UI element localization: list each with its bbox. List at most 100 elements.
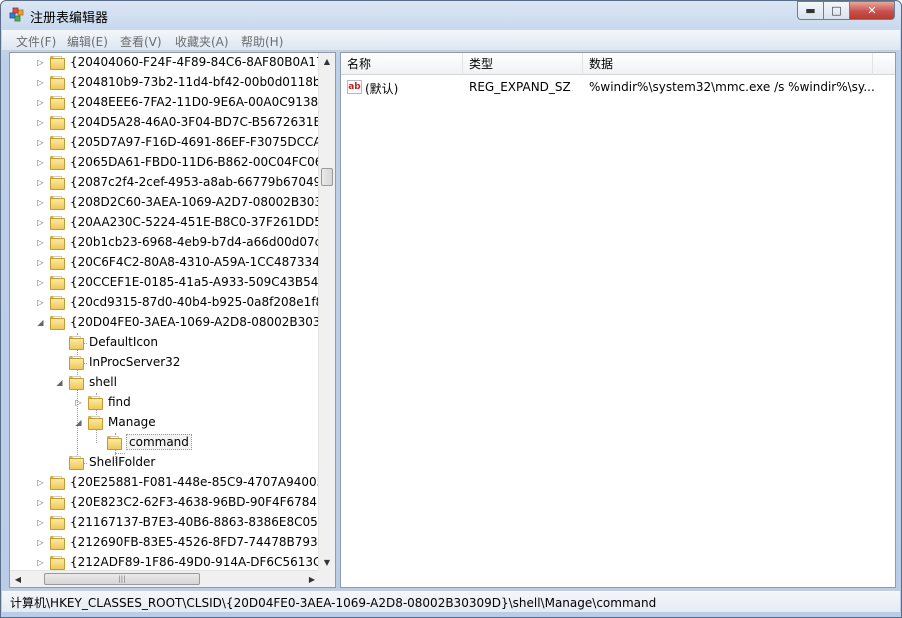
collapsed-triangle-icon[interactable]: ▷ xyxy=(36,518,45,527)
key-tree-pane[interactable]: ▷ {20404060-F24F-4F89-84C6-8AF80B0A17 ▷ {20… xyxy=(9,52,336,588)
tree-vertical-scrollbar[interactable]: ▲ ▼ xyxy=(318,53,335,571)
folder-icon xyxy=(50,276,65,290)
tree-item-shellfolder[interactable]: ShellFolder xyxy=(10,453,320,473)
scroll-down-arrow-icon[interactable]: ▼ xyxy=(319,554,335,571)
value-name: (默认) xyxy=(365,82,399,96)
tree-item[interactable]: ▷ {20AA230C-5224-451E-B8C0-37F261DD5 xyxy=(10,213,320,233)
tree-item[interactable]: ▷ {20404060-F24F-4F89-84C6-8AF80B0A17 xyxy=(10,53,320,73)
tree-item-label: command xyxy=(126,434,192,450)
menu-help[interactable]: 帮助(H) xyxy=(241,33,283,50)
tree-item[interactable]: ▷ {20b1cb23-6968-4eb9-b7d4-a66d00d07c xyxy=(10,233,320,253)
tree-horizontal-scrollbar[interactable]: ◀ ||| ▶ xyxy=(10,570,320,587)
tree-item[interactable]: ▷ {21167137-B7E3-40B6-8863-8386E8C057 xyxy=(10,513,320,533)
values-list-pane[interactable]: 名称 类型 数据 ab (默认) REG_EXPAND_SZ %windir%\… xyxy=(340,52,896,588)
collapsed-triangle-icon[interactable]: ▷ xyxy=(36,238,45,247)
scroll-up-arrow-icon[interactable]: ▲ xyxy=(319,53,335,70)
tree-item-label: {20404060-F24F-4F89-84C6-8AF80B0A17 xyxy=(70,55,320,69)
value-data: %windir%\system32\mmc.exe /s %windir%\sy… xyxy=(589,80,875,94)
tree-item-manage[interactable]: ◢ Manage xyxy=(10,413,320,433)
close-button[interactable]: ✕ xyxy=(849,1,895,20)
folder-icon xyxy=(50,556,65,570)
tree-item[interactable]: ▷ {2048EEE6-7FA2-11D0-9E6A-00A0C91380 xyxy=(10,93,320,113)
expanded-triangle-icon[interactable]: ◢ xyxy=(55,378,64,387)
menu-edit[interactable]: 编辑(E) xyxy=(67,33,108,50)
collapsed-triangle-icon[interactable]: ▷ xyxy=(36,78,45,87)
folder-icon xyxy=(69,376,84,390)
collapsed-triangle-icon[interactable]: ▷ xyxy=(36,298,45,307)
folder-icon xyxy=(50,236,65,250)
tree-item-label: {20b1cb23-6968-4eb9-b7d4-a66d00d07c xyxy=(70,235,320,249)
tree-item-command[interactable]: command xyxy=(10,433,320,453)
expanded-triangle-icon[interactable]: ◢ xyxy=(36,318,45,327)
tree-item[interactable]: ▷ {204810b9-73b2-11d4-bf42-00b0d0118b xyxy=(10,73,320,93)
tree-item-label: {212ADF89-1F86-49D0-914A-DF6C5613C xyxy=(70,555,320,569)
collapsed-triangle-icon[interactable]: ▷ xyxy=(36,218,45,227)
tree-item-label: {20D04FE0-3AEA-1069-A2D8-08002B3030 xyxy=(70,315,320,329)
collapsed-triangle-icon[interactable]: ▷ xyxy=(36,118,45,127)
column-header-type[interactable]: 类型 xyxy=(463,53,583,75)
expanded-triangle-icon[interactable]: ◢ xyxy=(74,418,83,427)
folder-icon xyxy=(50,196,65,210)
registry-editor-icon xyxy=(9,7,24,22)
window-title: 注册表编辑器 xyxy=(30,11,109,26)
tree-item[interactable]: ▷ {20C6F4C2-80A8-4310-A59A-1CC487334 xyxy=(10,253,320,273)
column-header-name[interactable]: 名称 xyxy=(341,53,463,75)
menu-file[interactable]: 文件(F) xyxy=(16,33,56,50)
collapsed-triangle-icon[interactable]: ▷ xyxy=(36,138,45,147)
value-type: REG_EXPAND_SZ xyxy=(469,80,571,94)
maximize-button[interactable]: □ xyxy=(823,1,849,20)
maximize-icon: □ xyxy=(831,4,842,17)
minimize-button[interactable]: ▬ xyxy=(797,1,823,20)
collapsed-triangle-icon[interactable]: ▷ xyxy=(36,58,45,67)
menu-bar: 文件(F) 编辑(E) 查看(V) 收藏夹(A) 帮助(H) xyxy=(2,30,900,51)
tree-item[interactable]: ▷ {20CCEF1E-0185-41a5-A933-509C43B54F xyxy=(10,273,320,293)
tree-item[interactable]: ◢ {20D04FE0-3AEA-1069-A2D8-08002B3030 xyxy=(10,313,320,333)
folder-icon xyxy=(88,396,103,410)
tree-item-defaulticon[interactable]: DefaultIcon xyxy=(10,333,320,353)
column-header-data[interactable]: 数据 xyxy=(583,53,873,75)
title-bar[interactable]: 注册表编辑器 ▬ □ ✕ xyxy=(1,1,901,29)
list-item[interactable]: ab (默认) REG_EXPAND_SZ %windir%\system32\… xyxy=(341,78,895,98)
tree-item[interactable]: ▷ {205D7A97-F16D-4691-86EF-F3075DCCA xyxy=(10,133,320,153)
horizontal-scroll-thumb[interactable]: ||| xyxy=(44,573,200,585)
scrollbar-corner xyxy=(318,570,335,587)
menu-view[interactable]: 查看(V) xyxy=(120,33,162,50)
tree-item-find[interactable]: ▷ find xyxy=(10,393,320,413)
collapsed-triangle-icon[interactable]: ▷ xyxy=(74,398,83,407)
close-icon: ✕ xyxy=(867,4,877,17)
tree-item-label: {20E25881-F081-448e-85C9-4707A94005 xyxy=(70,475,320,489)
tree-item-inprocserver32[interactable]: InProcServer32 xyxy=(10,353,320,373)
tree-item[interactable]: ▷ {20E823C2-62F3-4638-96BD-90F4F6784E xyxy=(10,493,320,513)
tree-item[interactable]: ▷ {212690FB-83E5-4526-8FD7-74478B7939 xyxy=(10,533,320,553)
collapsed-triangle-icon[interactable]: ▷ xyxy=(36,278,45,287)
tree-item[interactable]: ▷ {208D2C60-3AEA-1069-A2D7-08002B303 xyxy=(10,193,320,213)
tree-item[interactable]: ▷ {20cd9315-87d0-40b4-b925-0a8f208e1f8 xyxy=(10,293,320,313)
tree-item[interactable]: ▷ {204D5A28-46A0-3F04-BD7C-B5672631E xyxy=(10,113,320,133)
tree-item-label: {20cd9315-87d0-40b4-b925-0a8f208e1f8 xyxy=(70,295,320,309)
tree-item-label: {20CCEF1E-0185-41a5-A933-509C43B54F xyxy=(70,275,320,289)
collapsed-triangle-icon[interactable]: ▷ xyxy=(36,158,45,167)
folder-icon xyxy=(50,176,65,190)
collapsed-triangle-icon[interactable]: ▷ xyxy=(36,478,45,487)
collapsed-triangle-icon[interactable]: ▷ xyxy=(36,558,45,567)
status-bar: 计算机\HKEY_CLASSES_ROOT\CLSID\{20D04FE0-3A… xyxy=(2,590,900,612)
tree-item-label: {20E823C2-62F3-4638-96BD-90F4F6784E xyxy=(70,495,320,509)
registry-editor-window: 注册表编辑器 ▬ □ ✕ 文件(F) 编辑(E) 查看(V) 收藏夹(A) 帮助… xyxy=(0,0,902,618)
tree-item[interactable]: ▷ {2065DA61-FBD0-11D6-B862-00C04FC06 xyxy=(10,153,320,173)
collapsed-triangle-icon[interactable]: ▷ xyxy=(36,498,45,507)
tree-item-shell[interactable]: ◢ shell xyxy=(10,373,320,393)
collapsed-triangle-icon[interactable]: ▷ xyxy=(36,198,45,207)
tree-item[interactable]: ▷ {2087c2f4-2cef-4953-a8ab-66779b67049 xyxy=(10,173,320,193)
menu-favorites[interactable]: 收藏夹(A) xyxy=(175,33,229,50)
minimize-icon: ▬ xyxy=(805,4,816,17)
collapsed-triangle-icon[interactable]: ▷ xyxy=(36,178,45,187)
tree-item[interactable]: ▷ {20E25881-F081-448e-85C9-4707A94005 xyxy=(10,473,320,493)
folder-icon xyxy=(88,416,103,430)
tree-item-label: {20AA230C-5224-451E-B8C0-37F261DD5 xyxy=(70,215,320,229)
scroll-left-arrow-icon[interactable]: ◀ xyxy=(10,571,26,587)
collapsed-triangle-icon[interactable]: ▷ xyxy=(36,258,45,267)
collapsed-triangle-icon[interactable]: ▷ xyxy=(36,538,45,547)
folder-icon xyxy=(50,156,65,170)
collapsed-triangle-icon[interactable]: ▷ xyxy=(36,98,45,107)
vertical-scroll-thumb[interactable] xyxy=(321,168,333,186)
